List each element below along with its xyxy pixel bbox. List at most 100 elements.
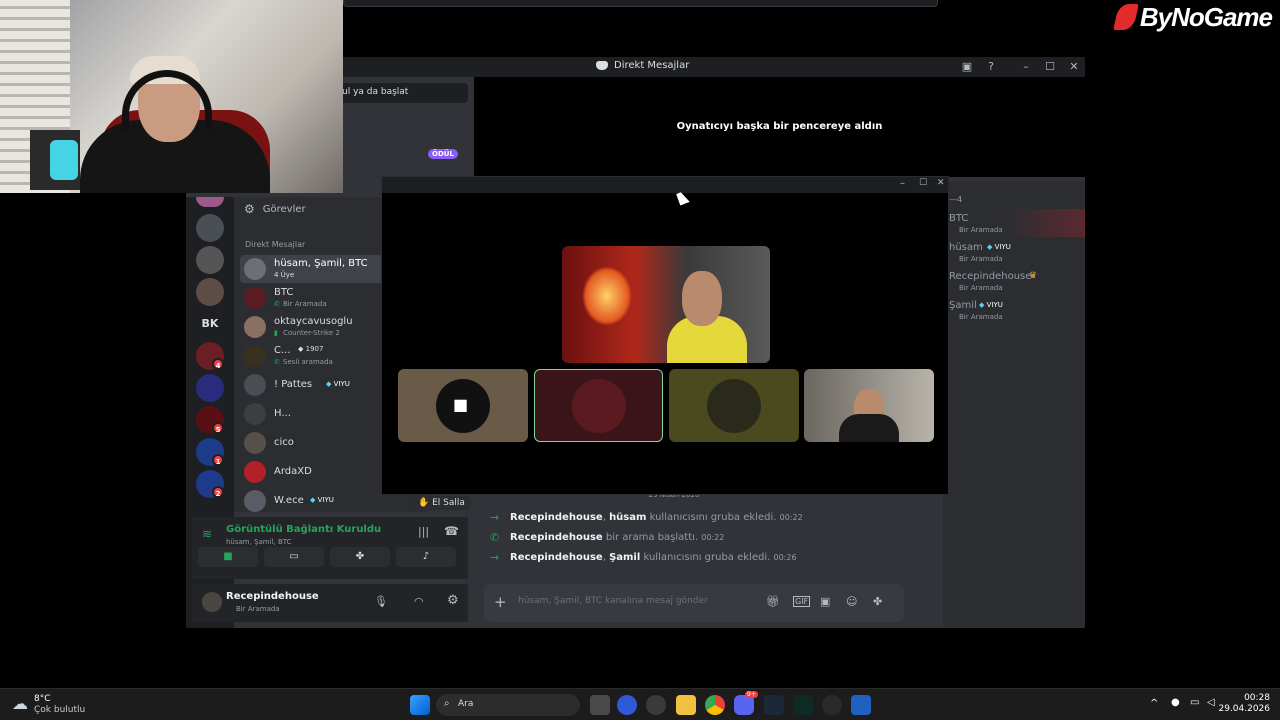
guild-tag: ◆ VIYU — [987, 243, 1011, 251]
logo-text: ByNoGame — [1139, 1, 1273, 32]
server-icon[interactable] — [196, 197, 224, 207]
server-icon[interactable] — [196, 246, 224, 274]
avatar — [244, 403, 266, 425]
join-arrow-icon: → — [490, 511, 500, 524]
start-icon[interactable] — [410, 695, 430, 715]
discord-badge: 9+ — [745, 691, 758, 698]
wave-button[interactable]: ✋ El Salla — [412, 496, 471, 510]
soundboard-button[interactable]: ♪ — [396, 547, 456, 567]
settings-icon[interactable]: ⚙ — [447, 593, 459, 608]
search-icon: ⌕ — [444, 698, 450, 709]
app-icon[interactable] — [646, 695, 666, 715]
member-item[interactable]: hüsam ◆ VIYU Bir Aramada — [949, 242, 1085, 270]
camera-off-icon: ■ — [453, 395, 469, 414]
app-icon[interactable] — [851, 695, 871, 715]
help-icon[interactable]: ? — [983, 59, 999, 75]
wave-icon: ✋ — [418, 498, 430, 508]
minimize-button[interactable]: – — [900, 178, 905, 189]
activity-button[interactable]: ✤ — [330, 547, 390, 567]
server-icon[interactable] — [196, 374, 224, 402]
connection-status[interactable]: Görüntülü Bağlantı Kuruldu — [226, 524, 381, 535]
gem-icon: ◆ — [326, 380, 332, 388]
stream-area: Oynatıcıyı başka bir pencereye aldın — [474, 77, 1085, 180]
steam-icon[interactable] — [764, 695, 784, 715]
app-icon[interactable] — [822, 695, 842, 715]
avatar — [707, 378, 761, 433]
video-tile[interactable] — [804, 369, 934, 442]
headphones-icon[interactable]: ◠ — [414, 595, 424, 608]
maximize-button[interactable]: ☐ — [1042, 59, 1058, 75]
close-button[interactable]: ✕ — [937, 178, 945, 188]
noise-icon[interactable]: ||| — [418, 525, 429, 538]
emoji-icon[interactable]: ☺ — [846, 595, 857, 608]
popout-message: Oynatıcıyı başka bir pencereye aldın — [676, 121, 883, 132]
network-icon[interactable]: ▭ — [1190, 697, 1199, 708]
server-bk[interactable]: BK — [196, 310, 224, 338]
screenshare-button[interactable]: ▭ — [264, 547, 324, 567]
unread-badge: 1 — [212, 454, 224, 466]
cloud-icon: ☁ — [12, 694, 28, 713]
guild-tag: ◆ VIYU — [326, 380, 350, 388]
weather-temp[interactable]: 8°C — [34, 694, 51, 704]
chevron-up-icon[interactable]: ^ — [1150, 698, 1158, 709]
camera-icon: ■ — [223, 551, 233, 562]
server-icon[interactable] — [196, 278, 224, 306]
phone-icon: ✆ — [490, 531, 500, 544]
camera-button[interactable]: ■ — [198, 547, 258, 567]
sticker-icon[interactable]: ▣ — [820, 595, 830, 608]
windows-taskbar: ☁ 8°C Çok bulutlu ⌕ Ara 9+ ^ ● ▭ ◁ 00:28… — [0, 688, 1280, 720]
add-attachment-icon[interactable]: + — [494, 593, 507, 611]
disconnect-icon[interactable]: ☎ — [444, 524, 459, 538]
discord-taskbar-icon[interactable] — [734, 695, 754, 715]
clock-date[interactable]: 29.04.2026 — [1218, 704, 1270, 714]
weather-desc[interactable]: Çok bulutlu — [34, 705, 85, 715]
username[interactable]: Recepindehouse — [226, 591, 319, 602]
avatar[interactable] — [202, 592, 222, 612]
mic-icon[interactable]: ● — [1171, 697, 1180, 708]
minimize-button[interactable]: – — [1018, 59, 1034, 75]
tasks-item[interactable]: ⚙ Görevler — [244, 202, 306, 216]
maximize-button[interactable]: ☐ — [919, 178, 927, 188]
member-item[interactable]: Recepindehouse ♛ Bir Aramada — [949, 271, 1085, 299]
mic-icon[interactable]: 🎙︎ — [374, 595, 388, 608]
main-video-tile[interactable] — [562, 246, 770, 363]
voice-panel: ≋ Görüntülü Bağlantı Kuruldu hüsam, Şami… — [192, 517, 468, 579]
discord-icon — [596, 61, 608, 70]
member-item[interactable]: Şamil ◆ VIYU Bir Aramada — [949, 300, 1085, 328]
system-message: → Recepindehouse, hüsam kullanıcısını gr… — [490, 511, 803, 524]
system-message: → Recepindehouse, Şamil kullanıcısını gr… — [490, 551, 797, 564]
video-tile[interactable] — [669, 369, 799, 442]
avatar — [571, 378, 626, 433]
signal-icon: ≋ — [202, 527, 213, 541]
chrome-icon[interactable] — [705, 695, 725, 715]
task-view-icon[interactable] — [590, 695, 610, 715]
gif-icon[interactable]: GIF — [793, 596, 811, 607]
inbox-icon[interactable]: ▣ — [959, 59, 975, 75]
popout-title-bar[interactable]: – ☐ ✕ — [382, 177, 948, 193]
tasks-icon: ⚙ — [244, 202, 255, 216]
avatar — [244, 432, 266, 454]
fireplace — [582, 266, 632, 326]
app-icon[interactable] — [793, 695, 813, 715]
search-bar[interactable]: ul ya da başlat — [336, 83, 468, 103]
call-popout-window: – ☐ ✕ ■ — [381, 176, 949, 495]
video-tile[interactable]: ■ — [398, 369, 528, 442]
app-icon[interactable] — [617, 695, 637, 715]
soundboard-icon: ♪ — [422, 551, 430, 562]
unread-badge: 5 — [212, 422, 224, 434]
video-tile-speaking[interactable] — [534, 369, 663, 442]
message-input[interactable]: hüsam, Şamil, BTC kanalına mesaj gönder — [518, 596, 708, 606]
clock-time[interactable]: 00:28 — [1230, 693, 1270, 703]
logo-mark — [1113, 4, 1139, 30]
taskbar-search[interactable]: ⌕ Ara — [436, 694, 580, 716]
volume-icon[interactable]: ◁ — [1207, 697, 1215, 708]
user-bar: Recepindehouse Bir Aramada 🎙︎ ◠ ⚙ — [192, 584, 468, 622]
close-button[interactable]: ✕ — [1066, 59, 1082, 75]
folder-icon[interactable] — [676, 695, 696, 715]
member-item[interactable]: BTC Bir Aramada — [949, 213, 1085, 241]
apps-icon[interactable]: ✤ — [873, 595, 882, 608]
gift-icon[interactable]: 🎁︎ — [766, 595, 780, 608]
gem-icon: ◆ — [979, 301, 985, 309]
server-icon[interactable] — [196, 214, 224, 242]
reward-badge: ÖDÜL — [428, 149, 458, 159]
